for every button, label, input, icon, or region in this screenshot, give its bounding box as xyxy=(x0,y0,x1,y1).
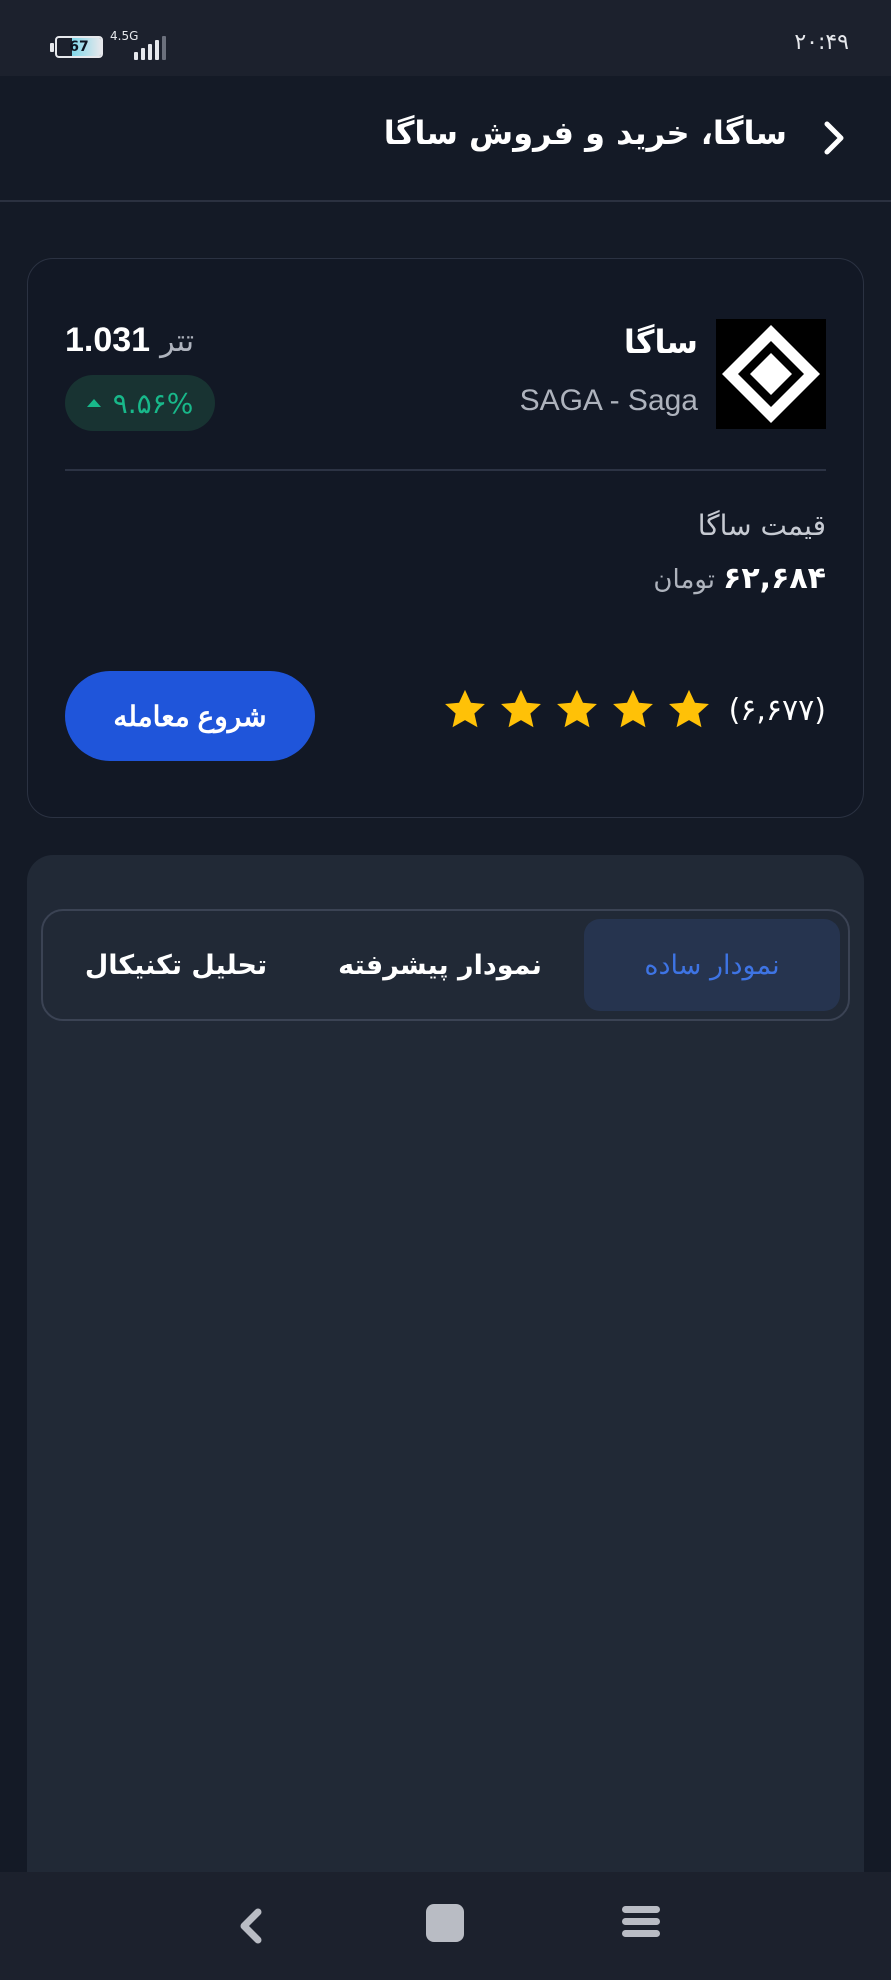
price-label: قیمت ساگا xyxy=(697,509,826,542)
price-unit: تتر xyxy=(160,324,195,359)
arrow-up-icon xyxy=(86,399,101,407)
star-icon xyxy=(444,689,485,728)
star-icon xyxy=(556,689,597,728)
change-badge: ۹.۵۶% xyxy=(65,375,215,431)
tab-technical-analysis[interactable]: تحلیل تکنیکال xyxy=(48,919,304,1011)
coin-name: ساگا xyxy=(623,323,698,361)
page-title: ساگا، خرید و فروش ساگا xyxy=(383,114,787,152)
tab-advanced-chart[interactable]: نمودار پیشرفته xyxy=(312,919,568,1011)
star-icon xyxy=(500,689,541,728)
price-usdt: 1.031 xyxy=(65,321,151,359)
status-bar: 67 4.5G ۲۰:۴۹ xyxy=(0,0,891,76)
price-toman: ۶۲,۶۸۴ xyxy=(723,561,826,596)
change-percent: ۹.۵۶% xyxy=(112,386,194,420)
price-toman-row: ۶۲,۶۸۴ تومان xyxy=(653,561,826,596)
toman-unit: تومان xyxy=(653,565,716,595)
back-icon[interactable] xyxy=(234,1906,270,1946)
start-trade-button[interactable]: شروع معامله xyxy=(65,671,315,761)
rating-row: (۶,۶۷۷) xyxy=(441,687,826,733)
system-nav-bar xyxy=(0,1872,891,1980)
price-usdt-row: تتر 1.031 xyxy=(65,321,194,360)
coin-symbol: SAGA - Saga xyxy=(519,384,698,417)
page-header: ساگا، خرید و فروش ساگا xyxy=(0,76,891,202)
star-icon xyxy=(612,689,653,728)
chart-panel: نمودار ساده نمودار پیشرفته تحلیل تکنیکال xyxy=(27,855,864,1980)
signal-icon xyxy=(134,34,166,60)
rating-count: (۶,۶۷۷) xyxy=(728,692,826,728)
rating-stars xyxy=(441,687,713,733)
battery-icon: 67 xyxy=(50,36,104,58)
battery-level: 67 xyxy=(69,39,89,55)
chevron-right-icon[interactable] xyxy=(815,120,851,156)
chart-tab-bar: نمودار ساده نمودار پیشرفته تحلیل تکنیکال xyxy=(41,909,850,1021)
status-time: ۲۰:۴۹ xyxy=(794,30,849,55)
saga-logo-icon xyxy=(716,319,826,429)
menu-icon[interactable] xyxy=(622,1906,660,1942)
divider xyxy=(65,469,826,471)
star-icon xyxy=(668,689,709,728)
home-icon[interactable] xyxy=(426,1904,464,1942)
coin-card: ساگا SAGA - Saga تتر 1.031 ۹.۵۶% قیمت سا… xyxy=(27,258,864,818)
tab-simple-chart[interactable]: نمودار ساده xyxy=(584,919,840,1011)
